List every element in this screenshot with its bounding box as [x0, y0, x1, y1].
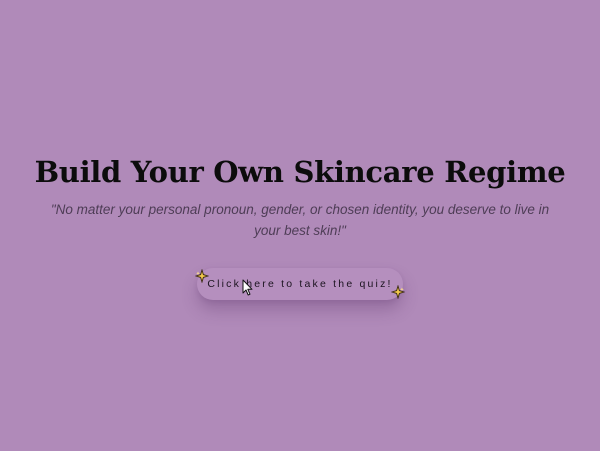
sparkle-icon [391, 285, 405, 299]
sparkle-icon [195, 269, 209, 283]
take-quiz-button[interactable]: Click here to take the quiz! [197, 268, 403, 300]
page-title: Build Your Own Skincare Regime [34, 155, 566, 189]
take-quiz-button-label: Click here to take the quiz! [207, 278, 393, 290]
mouse-pointer-icon [242, 279, 253, 296]
hero-section: Build Your Own Skincare Regime "No matte… [0, 0, 600, 451]
tagline-quote: "No matter your personal pronoun, gender… [50, 202, 550, 238]
